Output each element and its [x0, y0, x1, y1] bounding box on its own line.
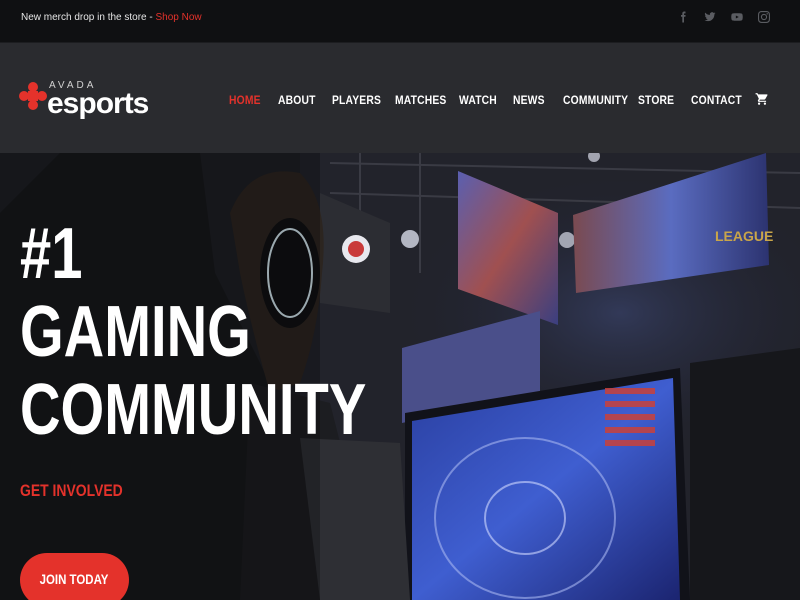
nav-players[interactable]: PLAYERS [332, 93, 386, 107]
nav-news[interactable]: NEWS [513, 93, 556, 107]
join-today-button[interactable]: JOIN TODAY [20, 553, 129, 600]
logo-big-text: esports [47, 87, 149, 120]
site-header: AVADA esports HOME ABOUT PLAYERS MATCHES… [0, 43, 800, 153]
promo-message: New merch drop in the store - [21, 12, 156, 23]
nav-watch[interactable]: WATCH [459, 93, 505, 107]
youtube-icon[interactable] [729, 9, 745, 25]
nav-home[interactable]: HOME [229, 93, 271, 107]
hero-title: #1 GAMING COMMUNITY [20, 215, 366, 449]
nav-community[interactable]: COMMUNITY [563, 93, 628, 107]
instagram-icon[interactable] [756, 9, 772, 25]
nav-about[interactable]: ABOUT [278, 93, 324, 107]
promo-text: New merch drop in the store - Shop Now [21, 12, 202, 23]
hero-title-line: #1 [20, 214, 83, 294]
join-today-label: JOIN TODAY [40, 571, 109, 587]
nav-matches[interactable]: MATCHES [395, 93, 450, 107]
svg-text:LEAGUE: LEAGUE [715, 228, 773, 244]
shop-now-link[interactable]: Shop Now [156, 12, 202, 23]
facebook-icon[interactable] [675, 9, 691, 25]
hero-title-line: GAMING [20, 292, 251, 372]
social-links [675, 9, 772, 25]
hero-subtitle: GET INVOLVED [20, 481, 123, 500]
cart-icon[interactable] [755, 92, 769, 106]
hero-title-line: COMMUNITY [20, 370, 367, 450]
logo-mark-icon [19, 82, 47, 110]
top-bar: New merch drop in the store - Shop Now [0, 0, 800, 43]
hero-section: LEAGUE #1 GAMING COMMUNITY GET INVOLVED … [0, 153, 800, 600]
site-logo[interactable]: AVADA esports [19, 78, 159, 123]
nav-contact[interactable]: CONTACT [691, 93, 744, 107]
twitter-icon[interactable] [702, 9, 718, 25]
main-nav: HOME ABOUT PLAYERS MATCHES WATCH NEWS CO… [229, 93, 753, 107]
nav-store[interactable]: STORE [638, 93, 684, 107]
